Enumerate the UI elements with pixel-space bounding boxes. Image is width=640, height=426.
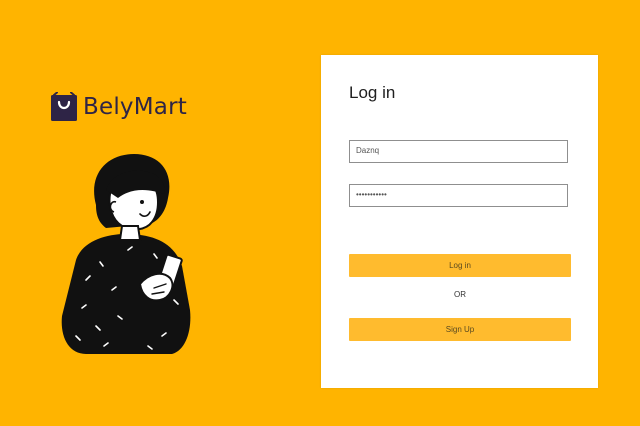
brand-name: BelyMart: [83, 94, 187, 120]
or-separator: OR: [454, 290, 466, 299]
woman-with-phone-illustration: [61, 154, 191, 354]
login-button[interactable]: Log in: [349, 254, 571, 277]
login-card: Log in Daznq ••••••••••• Log in OR Sign …: [321, 55, 598, 388]
username-input[interactable]: Daznq: [349, 140, 568, 163]
signup-button[interactable]: Sign Up: [349, 318, 571, 341]
password-input[interactable]: •••••••••••: [349, 184, 568, 207]
brand-logo: BelyMart: [50, 92, 187, 122]
login-title: Log in: [349, 83, 396, 102]
shopping-bag-icon: [51, 92, 77, 121]
